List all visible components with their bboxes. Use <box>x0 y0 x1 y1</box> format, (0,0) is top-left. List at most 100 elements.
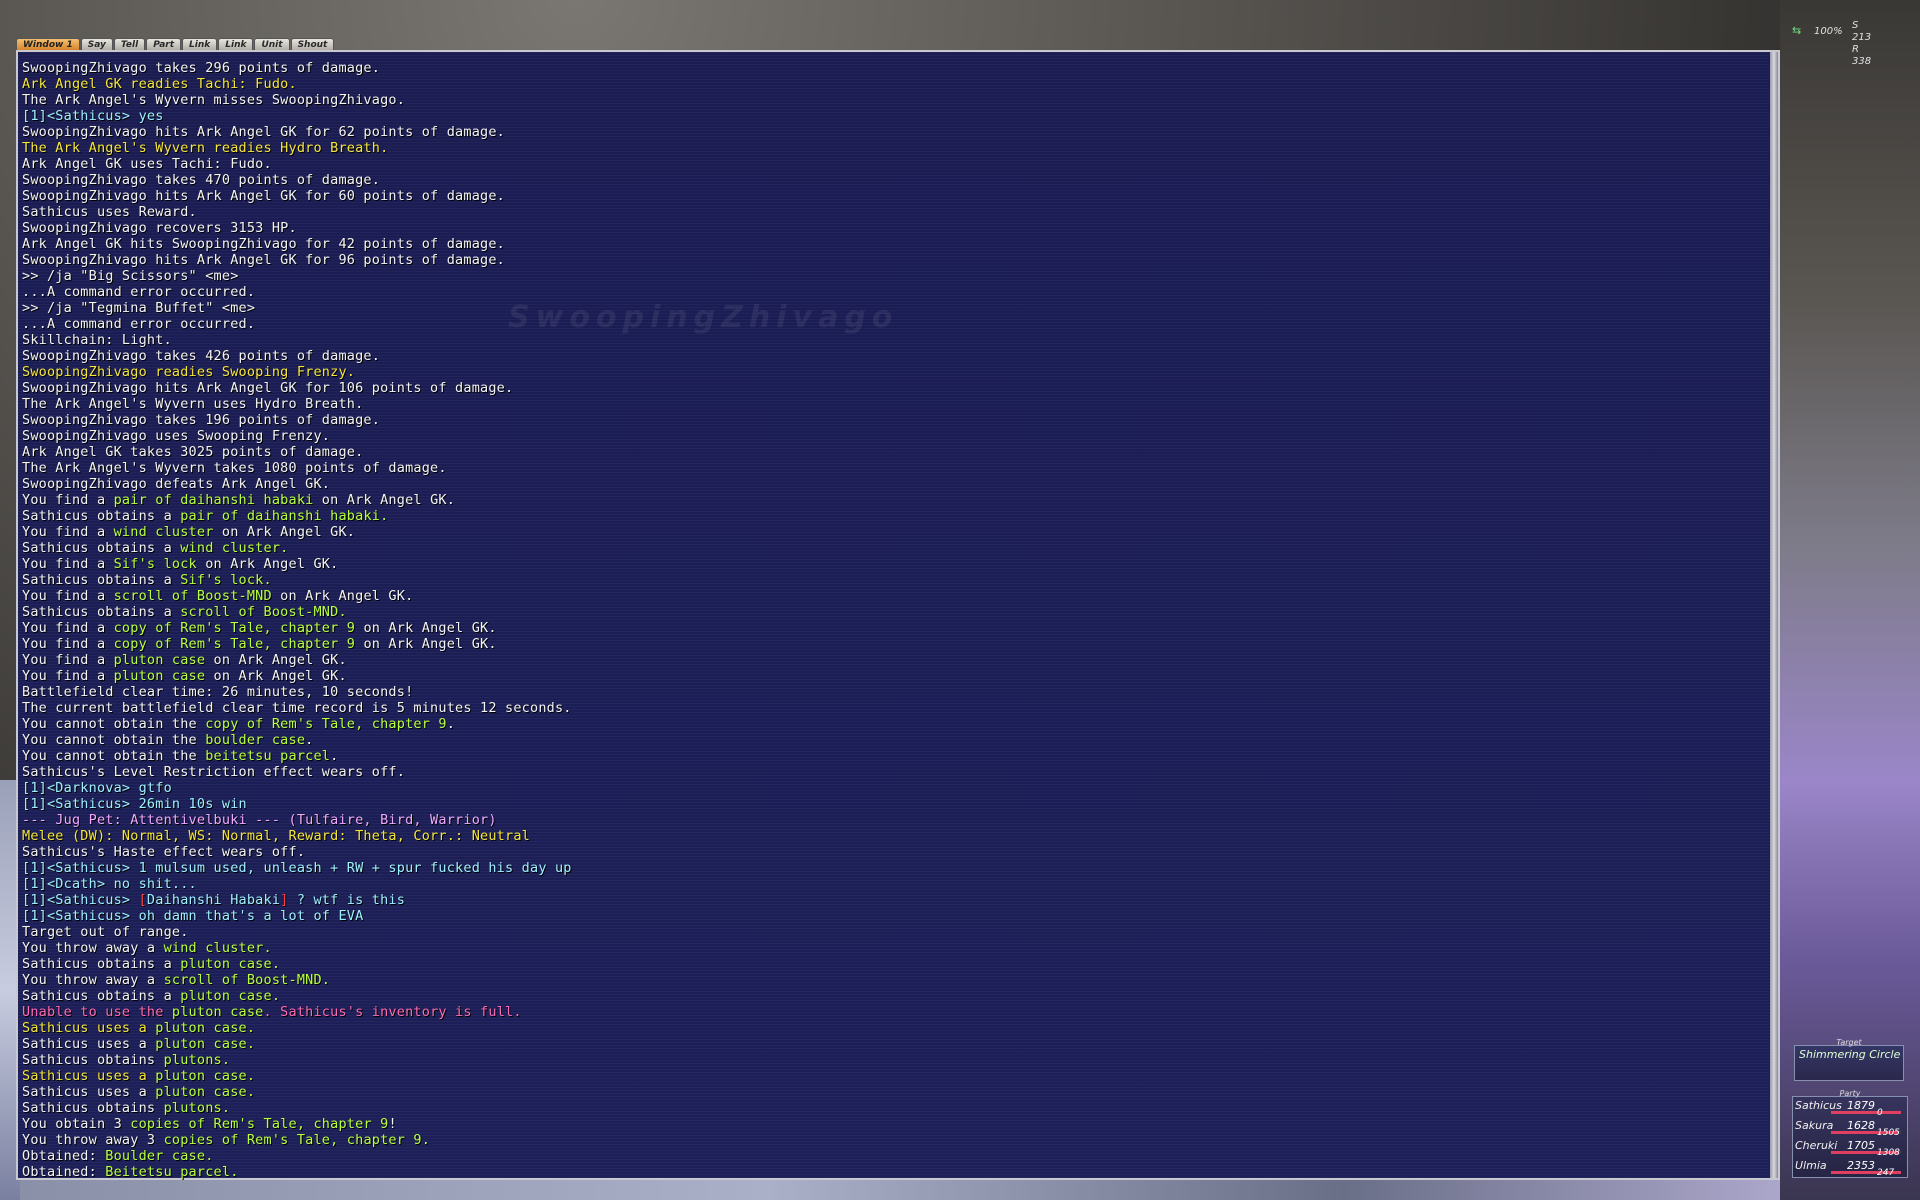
chat-line: You find a copy of Rem's Tale, chapter 9… <box>22 636 572 652</box>
party-member-mp: 247 <box>1877 1168 1895 1178</box>
chat-line: SwoopingZhivago takes 426 points of dama… <box>22 348 572 364</box>
chat-line-segment: on Ark Angel GK. <box>196 556 339 572</box>
chat-line: >> /ja "Tegmina Buffet" <me> <box>22 300 572 316</box>
chat-scrollbar[interactable] <box>1770 52 1778 1178</box>
chat-line-segment: wind cluster <box>113 524 214 540</box>
chat-line-segment: Ark Angel GK hits SwoopingZhivago for 42… <box>22 236 506 252</box>
chat-line-segment: Sathicus's Haste effect wears off. <box>22 844 306 860</box>
chat-line-segment: pair of daihanshi habaki <box>113 492 314 508</box>
chat-line-segment: wind cluster. <box>180 540 289 556</box>
chat-line: Sathicus uses a pluton case. <box>22 1020 572 1036</box>
chat-line: Sathicus uses a pluton case. <box>22 1036 572 1052</box>
chat-line: You find a pair of daihanshi habaki on A… <box>22 492 572 508</box>
chat-line-segment: pluton case. <box>155 1084 256 1100</box>
chat-line: ...A command error occurred. <box>22 284 572 300</box>
chat-line-segment: Sathicus obtains a <box>22 988 181 1004</box>
chat-line-segment: SwoopingZhivago defeats Ark Angel GK. <box>22 476 331 492</box>
background-right <box>1780 0 1920 1200</box>
chat-line-segment: wind cluster. <box>163 940 272 956</box>
party-member-hp: 1705 <box>1847 1139 1875 1152</box>
chat-line-segment: Sif's lock <box>113 556 197 572</box>
chat-line: You obtain 3 copies of Rem's Tale, chapt… <box>22 1116 572 1132</box>
chat-line-segment: pluton case <box>113 652 206 668</box>
chat-line-segment: You throw away a <box>22 972 164 988</box>
chat-line-segment: scroll of Boost-MND <box>113 588 272 604</box>
chat-line-segment: SwoopingZhivago hits Ark Angel GK for 60… <box>22 188 506 204</box>
chat-line-segment: Sathicus obtains a <box>22 956 181 972</box>
party-member-mp: 0 <box>1877 1108 1883 1118</box>
chat-line-segment: You cannot obtain the <box>22 732 206 748</box>
chat-line: Sathicus obtains a pair of daihanshi hab… <box>22 508 572 524</box>
chat-line: SwoopingZhivago hits Ark Angel GK for 60… <box>22 188 572 204</box>
chat-line-segment: You cannot obtain the <box>22 748 206 764</box>
chat-line: You find a copy of Rem's Tale, chapter 9… <box>22 620 572 636</box>
chat-line-segment: pair of daihanshi habaki. <box>180 508 389 524</box>
chat-line-segment: pluton case. <box>155 1020 256 1036</box>
chat-line-segment: pluton case. <box>180 956 281 972</box>
chat-line: The Ark Angel's Wyvern uses Hydro Breath… <box>22 396 572 412</box>
party-member[interactable]: Sathicus 1879 0 <box>1795 1099 1905 1119</box>
chat-line-segment: ...A command error occurred. <box>22 284 256 300</box>
chat-line-segment: Sathicus obtains a <box>22 604 181 620</box>
chat-line-segment: The Ark Angel's Wyvern uses Hydro Breath… <box>22 396 364 412</box>
party-member[interactable]: Sakura 1628 1505 <box>1795 1119 1905 1139</box>
chat-line: Battlefield clear time: 26 minutes, 10 s… <box>22 684 572 700</box>
chat-line-segment: pluton case <box>171 1004 264 1020</box>
chat-line: You find a pluton case on Ark Angel GK. <box>22 668 572 684</box>
chat-line-segment: Obtained: <box>22 1148 106 1164</box>
s-coordinate: S 213 <box>1852 20 1872 43</box>
chat-line-segment: Sathicus uses a <box>22 1084 156 1100</box>
party-member[interactable]: Ulmia 2353 247 <box>1795 1159 1905 1179</box>
chat-line-segment: [1]<Darknova> gtfo <box>22 780 172 796</box>
chat-line: Unable to use the pluton case. Sathicus'… <box>22 1004 572 1020</box>
party-member-hp: 1628 <box>1847 1119 1875 1132</box>
chat-line-segment: . <box>305 732 314 748</box>
chat-line-segment: [ <box>138 892 147 908</box>
chat-line-segment: The Ark Angel's Wyvern misses SwoopingZh… <box>22 92 406 108</box>
chat-log-lines: SwoopingZhivago takes 296 points of dama… <box>22 60 572 1180</box>
chat-log-window[interactable]: SwoopingZhivago SwoopingZhivago takes 29… <box>16 50 1780 1180</box>
chat-line: You throw away 3 copies of Rem's Tale, c… <box>22 1132 572 1148</box>
chat-line-segment: The Ark Angel's Wyvern readies Hydro Bre… <box>22 140 389 156</box>
chat-line: Sathicus uses a pluton case. <box>22 1068 572 1084</box>
chat-line: You cannot obtain the beitetsu parcel. <box>22 748 572 764</box>
chat-line: You cannot obtain the boulder case. <box>22 732 572 748</box>
compass-arrows-icon: ⇆ <box>1792 24 1802 37</box>
target-window[interactable]: Target Shimmering Circle <box>1794 1038 1904 1081</box>
chat-line-segment: on Ark Angel GK. <box>213 524 356 540</box>
chat-line: You throw away a wind cluster. <box>22 940 572 956</box>
chat-line: You find a scroll of Boost-MND on Ark An… <box>22 588 572 604</box>
chat-line-segment: on Ark Angel GK. <box>355 636 497 652</box>
chat-line-segment: copy of Rem's Tale, chapter 9 <box>113 636 356 652</box>
chat-line-segment: Sathicus uses a <box>22 1020 156 1036</box>
chat-line-segment: . <box>330 748 339 764</box>
chat-line-segment: ! <box>388 1116 397 1132</box>
chat-line: SwoopingZhivago hits Ark Angel GK for 62… <box>22 124 572 140</box>
chat-line-segment: SwoopingZhivago takes 426 points of dama… <box>22 348 381 364</box>
chat-line: Sathicus obtains a scroll of Boost-MND. <box>22 604 572 620</box>
chat-line: SwoopingZhivago hits Ark Angel GK for 10… <box>22 380 572 396</box>
chat-line: Sathicus obtains a Sif's lock. <box>22 572 572 588</box>
chat-line-segment: You find a <box>22 556 114 572</box>
chat-line: [1]<Darknova> gtfo <box>22 780 572 796</box>
chat-line-segment: pluton case. <box>155 1068 256 1084</box>
chat-line: [1]<Sathicus> oh damn that's a lot of EV… <box>22 908 572 924</box>
chat-line-segment: You cannot obtain the <box>22 716 206 732</box>
chat-line: Sathicus obtains plutons. <box>22 1052 572 1068</box>
chat-line-segment: You throw away 3 <box>22 1132 164 1148</box>
party-window: Party Sathicus 1879 0 Sakura 1628 1505 Cheruki… <box>1792 1089 1908 1179</box>
chat-line: The Ark Angel's Wyvern readies Hydro Bre… <box>22 140 572 156</box>
chat-line-segment: You find a <box>22 668 114 684</box>
chat-line: SwoopingZhivago hits Ark Angel GK for 96… <box>22 252 572 268</box>
chat-line-segment: copy of Rem's Tale, chapter 9 <box>113 620 356 636</box>
chat-line-segment: Sathicus uses a <box>22 1068 156 1084</box>
chat-line-segment: scroll of Boost-MND. <box>180 604 347 620</box>
chat-line: Skillchain: Light. <box>22 332 572 348</box>
chat-line: SwoopingZhivago defeats Ark Angel GK. <box>22 476 572 492</box>
r-coordinate: R 338 <box>1852 44 1872 67</box>
party-member[interactable]: Cheruki 1705 1308 <box>1795 1139 1905 1159</box>
chat-line-segment: Sathicus obtains <box>22 1100 164 1116</box>
chat-line: [1]<Sathicus> yes <box>22 108 572 124</box>
chat-line: The current battlefield clear time recor… <box>22 700 572 716</box>
chat-line: SwoopingZhivago takes 296 points of dama… <box>22 60 572 76</box>
